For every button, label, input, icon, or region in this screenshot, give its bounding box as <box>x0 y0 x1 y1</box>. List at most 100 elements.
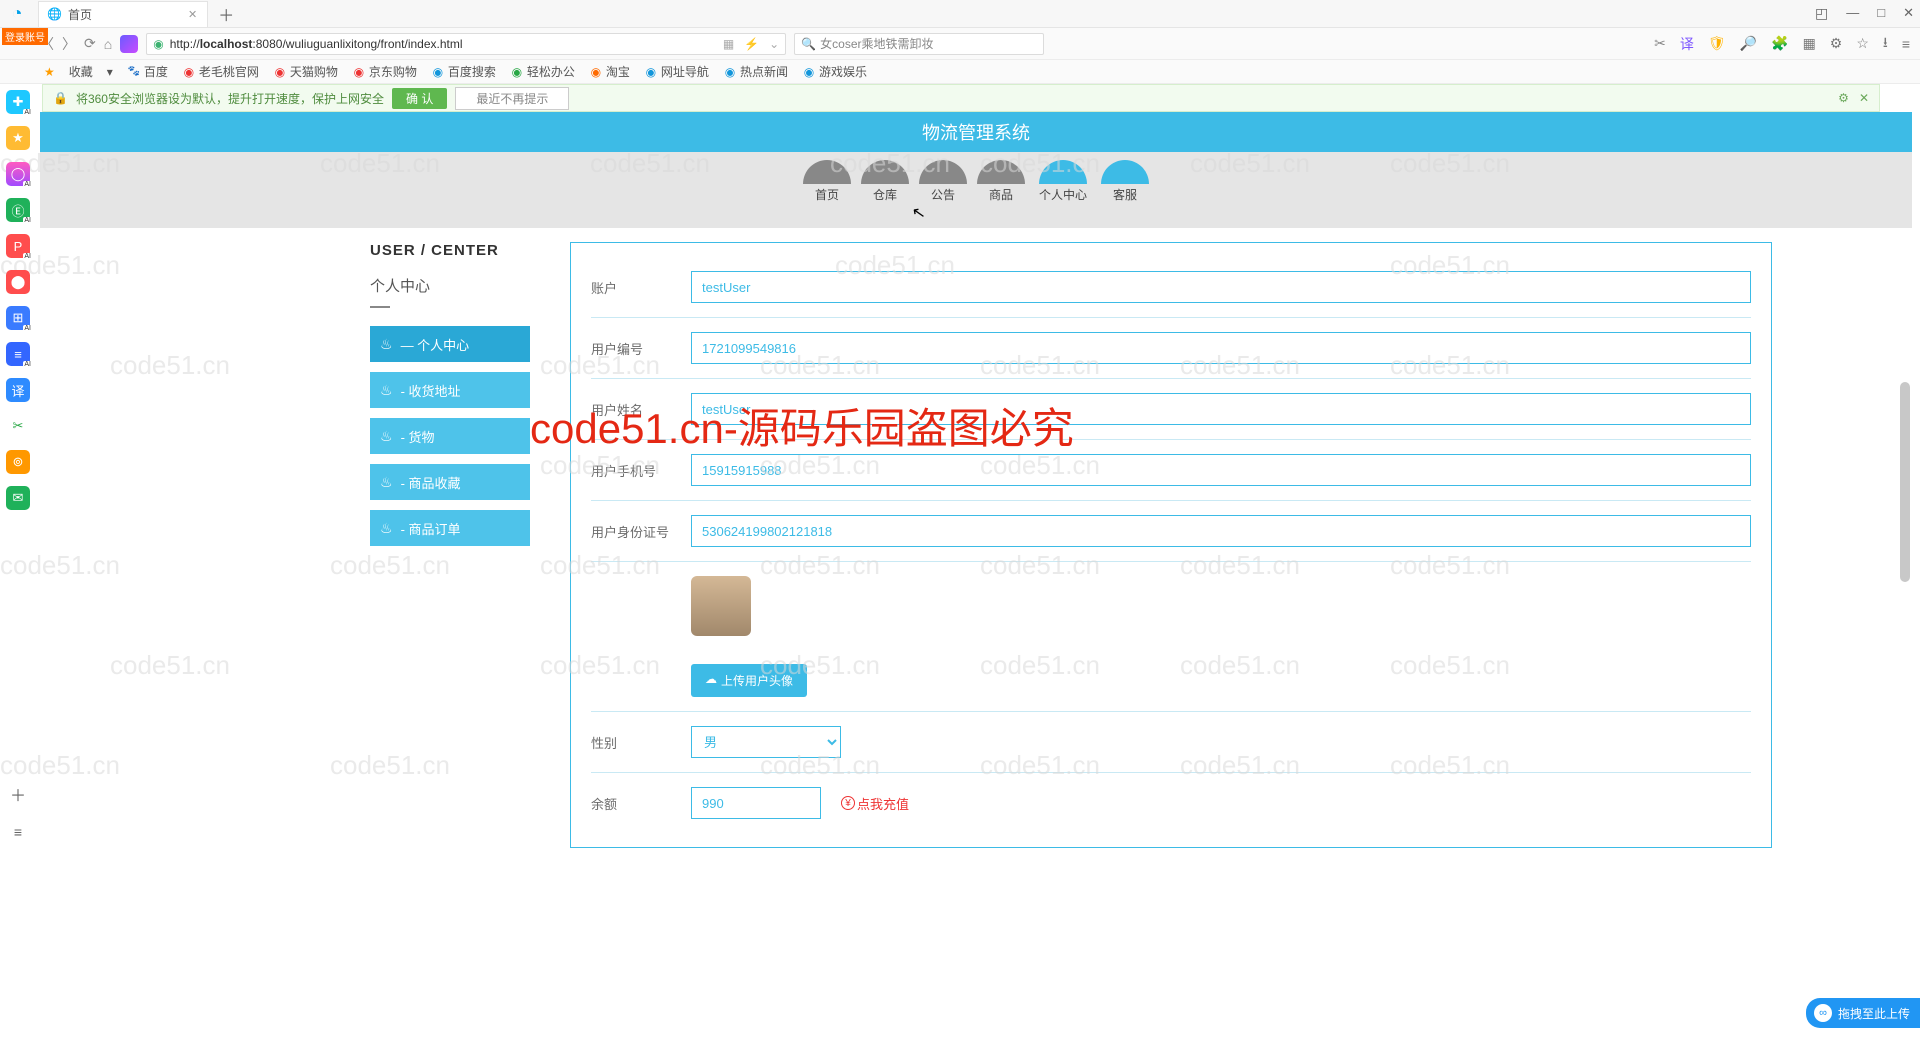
label-name: 用户姓名 <box>591 400 671 419</box>
bookmark-laomaotao[interactable]: ◉老毛桃官网 <box>182 63 259 80</box>
nav-service[interactable]: 客服 <box>1099 160 1151 203</box>
dropdown-icon[interactable]: ⌄ <box>769 37 779 51</box>
tool-3-icon[interactable]: ◯ <box>6 162 30 186</box>
menu-icon[interactable]: ≡ <box>1902 36 1910 52</box>
input-account[interactable] <box>691 271 1751 303</box>
bookmark-baidusearch[interactable]: ◉百度搜索 <box>431 63 496 80</box>
input-phone[interactable] <box>691 454 1751 486</box>
input-idcard[interactable] <box>691 515 1751 547</box>
url-input[interactable]: ◉ http://localhost:8080/wuliuguanlixiton… <box>146 33 786 55</box>
tool-10-icon[interactable]: ✂ <box>6 414 30 438</box>
tool-9-icon[interactable]: 译 <box>6 378 30 402</box>
menu-orders[interactable]: ♨- 商品订单 <box>370 510 530 546</box>
window-minimize-button[interactable]: — <box>1846 5 1859 22</box>
sidebar-title: USER / CENTER <box>370 242 530 259</box>
browser-tab[interactable]: 🌐 首页 ✕ <box>38 1 208 27</box>
magnify-icon[interactable]: 🔎 <box>1740 35 1757 52</box>
side-menu-button[interactable]: ≡ <box>14 824 22 840</box>
menu-favorites[interactable]: ♨- 商品收藏 <box>370 464 530 500</box>
tool-12-icon[interactable]: ✉ <box>6 486 30 510</box>
infobar-settings-icon[interactable]: ⚙ <box>1838 91 1849 105</box>
nav-user-center[interactable]: 个人中心 <box>1033 160 1093 203</box>
extensions-icon[interactable]: 🧩 <box>1771 35 1788 52</box>
window-maximize-button[interactable]: □ <box>1877 5 1885 22</box>
recharge-link[interactable]: ¥点我充值 <box>841 794 909 813</box>
nav-warehouse[interactable]: 仓库 <box>859 160 911 203</box>
menu-user-center[interactable]: ♨— 个人中心 <box>370 326 530 362</box>
menu-address[interactable]: ♨- 收货地址 <box>370 372 530 408</box>
close-tab-icon[interactable]: ✕ <box>188 8 197 21</box>
browser-titlebar: ◔ 🌐 首页 ✕ ＋ ◰ — □ ✕ <box>0 0 1920 28</box>
window-close-button[interactable]: ✕ <box>1903 5 1914 22</box>
shield-icon: ◉ <box>153 37 163 51</box>
scissors-icon[interactable]: ✂ <box>1654 35 1666 52</box>
flame-icon: ♨ <box>380 520 393 537</box>
tool-1-icon[interactable]: ✚ <box>6 90 30 114</box>
tool-11-icon[interactable]: ⊚ <box>6 450 30 474</box>
translate-icon[interactable]: 译 <box>1680 34 1694 54</box>
input-balance[interactable] <box>691 787 821 819</box>
page-viewport: 物流管理系统 首页 仓库 公告 商品 个人中心 客服 USER / CENTER… <box>40 112 1912 1040</box>
bookmark-tmall[interactable]: ◉天猫购物 <box>273 63 338 80</box>
menu-cargo[interactable]: ♨- 货物 <box>370 418 530 454</box>
reload-button[interactable]: ⟳ <box>84 35 96 52</box>
tool-8-icon[interactable]: ≡ <box>6 342 30 366</box>
bookmark-jd[interactable]: ◉京东购物 <box>352 63 417 80</box>
apps-icon[interactable]: ▦ <box>1803 35 1816 52</box>
nav-goods[interactable]: 商品 <box>975 160 1027 203</box>
tool-5-icon[interactable]: P <box>6 234 30 258</box>
flash-icon[interactable]: ⚡ <box>744 37 759 51</box>
upload-avatar-button[interactable]: ☁上传用户头像 <box>691 664 807 697</box>
search-placeholder: 女coser乘地铁需卸妆 <box>820 35 933 52</box>
tool-7-icon[interactable]: ⊞ <box>6 306 30 330</box>
bookmark-news[interactable]: ◉热点新闻 <box>723 63 788 80</box>
favorites-star-icon[interactable]: ★ <box>44 65 55 79</box>
bookmark-office[interactable]: ◉轻松办公 <box>510 63 575 80</box>
input-name[interactable] <box>691 393 1751 425</box>
qr-icon[interactable]: ▦ <box>723 37 734 51</box>
bookmark-taobao[interactable]: ◉淘宝 <box>589 63 630 80</box>
tool-4-icon[interactable]: Ⓔ <box>6 198 30 222</box>
infobar-dismiss-button[interactable]: 最近不再提示 <box>455 87 569 110</box>
security-shield-icon[interactable]: 🛡 <box>1708 35 1726 52</box>
bookmark-game[interactable]: ◉游戏娱乐 <box>802 63 867 80</box>
forward-button[interactable]: 〉 <box>62 34 76 54</box>
bookmark-nav[interactable]: ◉网址导航 <box>644 63 709 80</box>
nav-notice[interactable]: 公告 <box>917 160 969 203</box>
home-button[interactable]: ⌂ <box>104 36 112 52</box>
flame-icon: ♨ <box>380 428 393 445</box>
bookmarks-bar: ★ 收藏 ▾ 🐾百度 ◉老毛桃官网 ◉天猫购物 ◉京东购物 ◉百度搜索 ◉轻松办… <box>0 60 1920 84</box>
tool-2-icon[interactable]: ★ <box>6 126 30 150</box>
flame-icon: ♨ <box>380 382 393 399</box>
gear-icon[interactable]: ⚙ <box>1830 35 1843 52</box>
download-icon[interactable]: ⭳ <box>1883 32 1888 56</box>
infobar-close-icon[interactable]: ✕ <box>1859 91 1869 105</box>
cloud-icon: ∞ <box>1814 1004 1832 1022</box>
select-gender[interactable]: 男 <box>691 726 841 758</box>
side-add-button[interactable]: ＋ <box>10 782 26 806</box>
window-feature-icon[interactable]: ◰ <box>1815 5 1828 22</box>
divider <box>370 306 390 308</box>
avatar <box>691 576 751 636</box>
label-balance: 余额 <box>591 794 671 813</box>
tool-6-icon[interactable]: ⬤ <box>6 270 30 294</box>
cloud-upload-icon: ☁ <box>705 672 717 689</box>
ai-assistant-icon[interactable] <box>120 35 138 53</box>
sidebar-subtitle: 个人中心 <box>370 275 530 296</box>
scrollbar[interactable] <box>1900 382 1910 582</box>
bookmark-baidu[interactable]: 🐾百度 <box>127 63 168 80</box>
login-badge[interactable]: 登录账号 <box>2 28 48 45</box>
label-idcard: 用户身份证号 <box>591 522 671 541</box>
star-icon[interactable]: ☆ <box>1856 35 1869 52</box>
nav-home[interactable]: 首页 <box>801 160 853 203</box>
search-input[interactable]: 🔍 女coser乘地铁需卸妆 <box>794 33 1044 55</box>
main-nav: 首页 仓库 公告 商品 个人中心 客服 <box>40 152 1912 228</box>
favorites-label[interactable]: 收藏 <box>69 63 93 80</box>
input-userno[interactable] <box>691 332 1751 364</box>
label-userno: 用户编号 <box>591 339 671 358</box>
new-tab-button[interactable]: ＋ <box>218 2 234 26</box>
upload-float-button[interactable]: ∞ 拖拽至此上传 <box>1806 998 1920 1028</box>
label-account: 账户 <box>591 278 671 297</box>
user-form: 账户 用户编号 用户姓名 用户手机号 用户身份证号 ☁上传用户头像 <box>570 242 1772 848</box>
infobar-confirm-button[interactable]: 确 认 <box>392 88 447 109</box>
